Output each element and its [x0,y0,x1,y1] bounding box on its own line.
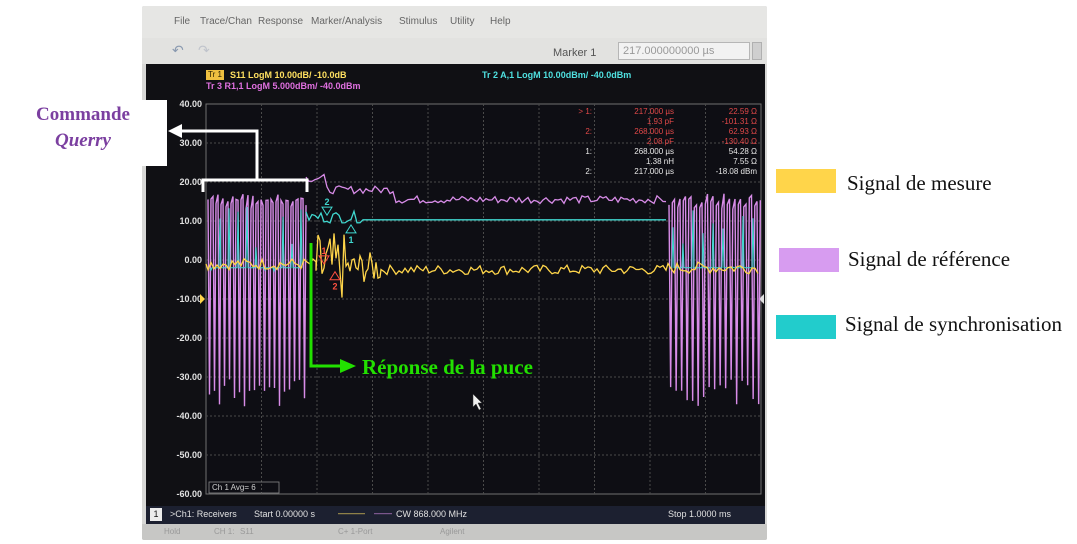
ref-level-marker [200,294,205,304]
y-tick-label: 10.00 [179,216,202,226]
bottom-status-strip: Hold CH 1: S11 C+ 1-Port Agilent [142,524,767,540]
channel-number[interactable]: 1 [150,508,162,521]
trace-line-icon-2: —— [374,508,392,518]
legend-swatch-sync [776,315,836,339]
menu-file[interactable]: File [174,16,190,27]
y-tick-label: 0.00 [184,255,202,265]
marker-flag-red-2: 2 [332,282,337,292]
legend-label-reference: Signal de référence [848,247,1011,271]
start-label[interactable]: Start 0.00000 s [254,509,315,519]
stop-label[interactable]: Stop 1.0000 ms [668,509,731,519]
marker-spinner[interactable] [752,42,762,60]
trace-display: Tr 1 S11 LogM 10.00dB/ -10.0dB Tr 2 A,1 … [146,64,765,526]
menu-stimulus[interactable]: Stimulus [399,16,437,27]
legend-swatch-reference [779,248,839,272]
trace-line-icon: ——— [338,508,365,518]
menu-bar: File Trace/Chan Response Marker/Analysis… [142,6,767,38]
redo-icon[interactable]: ↷ [198,42,210,59]
receivers-label: >Ch1: Receivers [170,509,237,519]
marker-row-id: 2: [585,167,592,176]
legend-swatch-measure [776,169,836,193]
response-label: Réponse de la puce [362,355,533,379]
legend-label-sync: Signal de synchronisation [845,312,1062,336]
menu-response[interactable]: Response [258,16,303,27]
marker-value-input[interactable] [618,42,750,60]
y-tick-label: -60.00 [176,489,202,499]
menu-help[interactable]: Help [490,16,511,27]
marker-row-pos: 217.000 µs [634,107,674,116]
bottom-brand: Agilent [440,527,465,536]
y-tick-label: -50.00 [176,450,202,460]
marker-flag-red-1: 1 [321,246,326,256]
toolbar: ↶ ↷ Marker 1 [142,38,767,64]
bottom-s11: S11 [240,527,254,536]
vna-screen: File Trace/Chan Response Marker/Analysis… [142,6,767,540]
menu-marker-analysis[interactable]: Marker/Analysis [311,16,382,27]
marker-flag-cyan-1: 1 [348,235,353,245]
marker-row-val: 7.55 Ω [733,157,757,166]
y-tick-label: -30.00 [176,372,202,382]
marker-row-pos: 1.93 pF [647,117,674,126]
marker-row-val: -18.08 dBm [716,167,758,176]
marker-row-pos: 217.000 µs [634,167,674,176]
trace-plot: 40.00 30.00 20.00 10.00 0.00 -10.00 -20.00 -30.… [176,99,764,499]
marker-row-pos: 2.08 pF [647,137,674,146]
command-sublabel: Querry [55,130,111,151]
y-tick-label: -20.00 [176,333,202,343]
marker-row-pos: 1.38 nH [646,157,674,166]
y-tick-label: 30.00 [179,138,202,148]
status-bar: 1 >Ch1: Receivers Start 0.00000 s ——— ——… [146,506,765,524]
marker-row-id: > 1: [578,107,592,116]
marker-label: Marker 1 [553,47,597,59]
marker-row-pos: 268.000 µs [634,147,674,156]
y-tick-label: -40.00 [176,411,202,421]
cw-label[interactable]: CW 868.000 MHz [396,509,467,519]
averaging-label: Ch 1 Avg= 6 [212,483,256,492]
undo-icon[interactable]: ↶ [172,42,184,59]
marker-row-id: 2: [585,127,592,136]
menu-trace-chan[interactable]: Trace/Chan [200,16,252,27]
marker-row-pos: 268.000 µs [634,127,674,136]
marker-row-val: -130.40 Ω [722,137,757,146]
marker-row-val: 54.28 Ω [729,147,757,156]
command-label: Commande [36,104,130,125]
y-tick-label: 40.00 [179,99,202,109]
marker-flag-cyan-2: 2 [324,197,329,207]
bottom-hold: Hold [164,527,181,536]
menu-utility[interactable]: Utility [450,16,474,27]
marker-row-val: 62.93 Ω [729,127,757,136]
legend-label-measure: Signal de mesure [847,171,992,195]
marker-row-val: -101.31 Ω [722,117,757,126]
marker-row-id: 1: [585,147,592,156]
y-tick-label: 20.00 [179,177,202,187]
bottom-ch: CH 1: [214,527,235,536]
bottom-port: C+ 1-Port [338,527,373,536]
marker-row-val: 22.59 Ω [729,107,757,116]
y-tick-label: -10.00 [176,294,202,304]
